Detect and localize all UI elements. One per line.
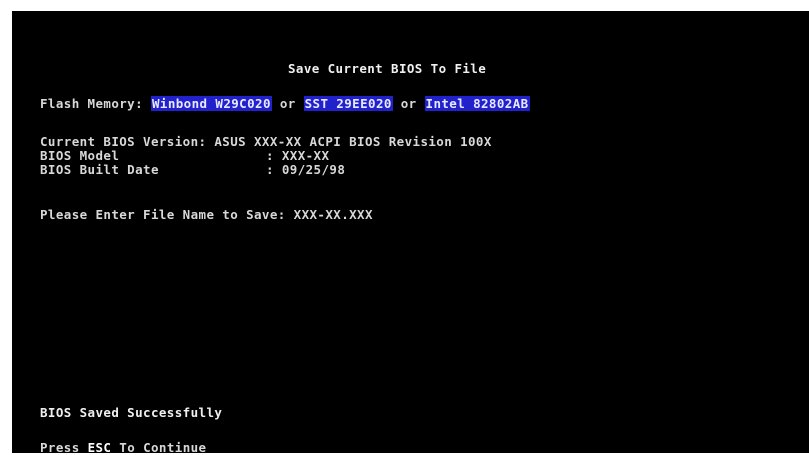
flash-memory-label: Flash Memory: (40, 96, 144, 111)
bios-model-value: XXX-XX (281, 148, 330, 163)
bios-model-row: BIOS Model: XXX-XX (40, 148, 330, 163)
flash-chip-winbond[interactable]: Winbond W29C020 (150, 96, 272, 111)
bios-version-value: ASUS XXX-XX ACPI BIOS Revision 100X (214, 134, 492, 149)
file-name-prompt-label: Please Enter File Name to Save: (40, 207, 286, 222)
bios-screen: Save Current BIOS To File Flash Memory: … (12, 11, 809, 455)
bios-date-label: BIOS Built Date (40, 162, 159, 177)
flash-separator: or (279, 96, 296, 111)
bios-version-row: Current BIOS Version: ASUS XXX-XX ACPI B… (40, 134, 492, 149)
status-message: BIOS Saved Successfully (40, 405, 223, 420)
flash-separator: or (400, 96, 417, 111)
bios-date-value: 09/25/98 (281, 162, 346, 177)
bios-date-row: BIOS Built Date: 09/25/98 (40, 162, 346, 177)
file-name-input[interactable]: XXX-XX.XXX (294, 207, 373, 222)
bios-model-label: BIOS Model (40, 148, 120, 163)
screen-title: Save Current BIOS To File (288, 61, 487, 76)
file-name-prompt-row: Please Enter File Name to Save: XXX-XX.X… (40, 208, 373, 222)
flash-memory-row: Flash Memory: Winbond W29C020 or SST 29E… (40, 96, 530, 111)
flash-chip-sst[interactable]: SST 29EE020 (303, 96, 393, 111)
flash-chip-intel[interactable]: Intel 82802AB (424, 96, 530, 111)
bios-version-label: Current BIOS Version (40, 134, 199, 149)
